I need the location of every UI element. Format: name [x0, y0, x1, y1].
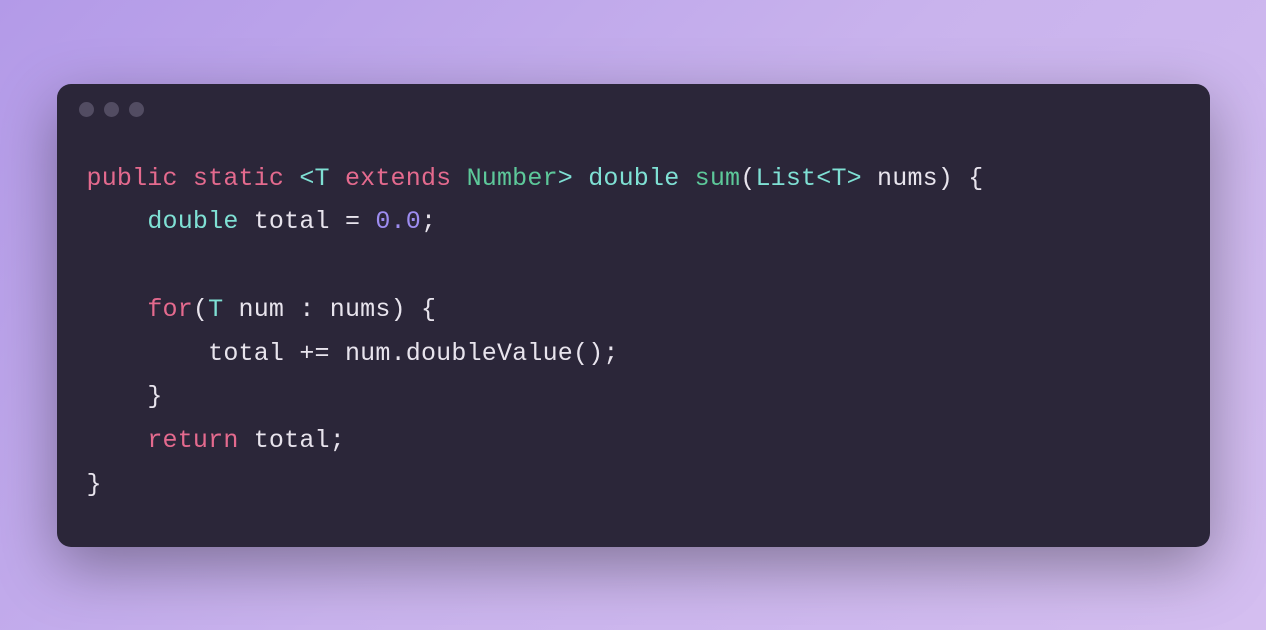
code-line-8: }	[87, 470, 102, 499]
code-line-2: double total = 0.0;	[87, 207, 437, 236]
paren-open: (	[740, 164, 755, 193]
dot: .	[391, 339, 406, 368]
window-minimize-icon	[104, 102, 119, 117]
function-sum: sum	[695, 164, 741, 193]
semicolon: ;	[603, 339, 618, 368]
type-number: Number	[467, 164, 558, 193]
generic-open: <	[816, 164, 831, 193]
keyword-double: double	[147, 207, 238, 236]
keyword-double: double	[588, 164, 679, 193]
op-eq: =	[345, 207, 360, 236]
generic-t: T	[831, 164, 846, 193]
brace-open: {	[953, 164, 983, 193]
type-t: T	[315, 164, 330, 193]
literal-zero: 0.0	[375, 207, 421, 236]
op-colon: :	[299, 295, 314, 324]
op-pluseq: +=	[299, 339, 329, 368]
fn-doublevalue: doubleValue	[406, 339, 573, 368]
keyword-public: public	[87, 164, 178, 193]
brace-open: {	[406, 295, 436, 324]
paren-close: )	[938, 164, 953, 193]
window-maximize-icon	[129, 102, 144, 117]
type-list: List	[755, 164, 816, 193]
paren-open: (	[193, 295, 208, 324]
var-total: total	[239, 426, 330, 455]
angle-close: >	[558, 164, 573, 193]
keyword-extends: extends	[345, 164, 451, 193]
generic-close: >	[847, 164, 862, 193]
var-nums: nums	[315, 295, 391, 324]
code-line-6: }	[87, 382, 163, 411]
brace-close: }	[147, 382, 162, 411]
code-line-4: for(T num : nums) {	[87, 295, 437, 324]
paren-close: )	[391, 295, 406, 324]
window-close-icon	[79, 102, 94, 117]
var-total: total	[239, 207, 345, 236]
var-num: num	[330, 339, 391, 368]
keyword-static: static	[193, 164, 284, 193]
code-content: public static <T extends Number> double …	[57, 127, 1210, 547]
var-num: num	[223, 295, 299, 324]
brace-close: }	[87, 470, 102, 499]
var-total: total	[208, 339, 299, 368]
keyword-return: return	[147, 426, 238, 455]
angle-open: <	[299, 164, 314, 193]
code-line-7: return total;	[87, 426, 345, 455]
semicolon: ;	[330, 426, 345, 455]
code-window: public static <T extends Number> double …	[57, 84, 1210, 547]
keyword-for: for	[147, 295, 193, 324]
param-nums: nums	[862, 164, 938, 193]
parens: ()	[573, 339, 603, 368]
title-bar	[57, 84, 1210, 127]
type-t: T	[208, 295, 223, 324]
code-line-5: total += num.doubleValue();	[87, 339, 619, 368]
code-line-1: public static <T extends Number> double …	[87, 164, 984, 193]
semicolon: ;	[421, 207, 436, 236]
